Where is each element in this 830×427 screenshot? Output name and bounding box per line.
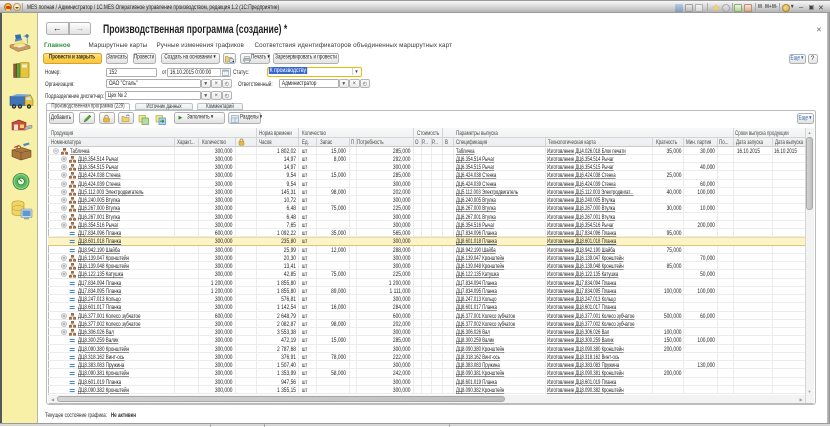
svg-text:▾: ▾ bbox=[232, 59, 234, 63]
